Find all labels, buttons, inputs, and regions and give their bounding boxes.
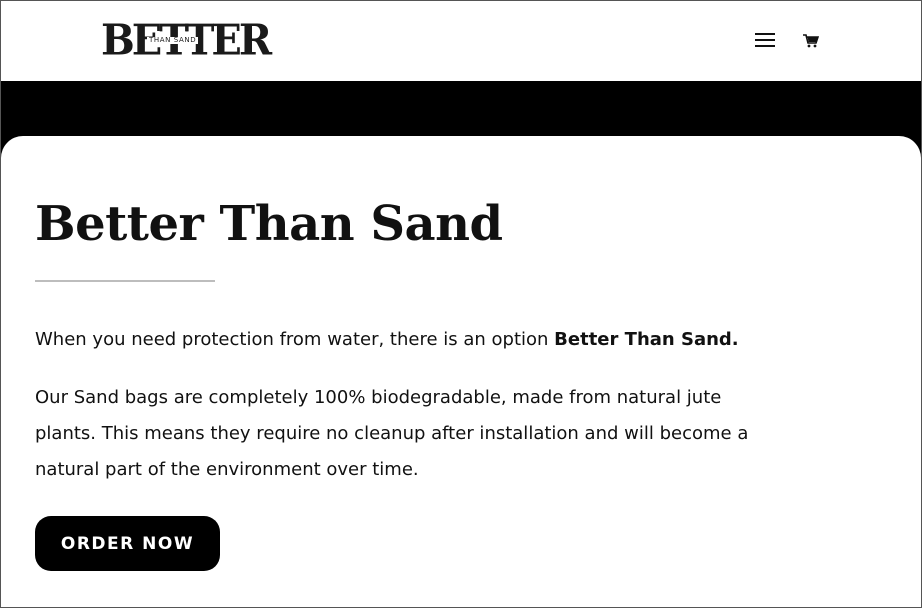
title-divider [35,280,215,282]
site-header: BETTER THAN SAND [1,1,921,81]
intro-text: When you need protection from water, the… [35,329,555,350]
main-content-card: Better Than Sand When you need protectio… [1,136,921,607]
description-paragraph: Our Sand bags are completely 100% biodeg… [35,387,749,480]
menu-line-top [755,33,775,35]
intro-bold-text: Better Than Sand. [554,329,739,350]
menu-line-bottom [755,45,775,47]
cart-glyph [803,34,820,48]
site-logo[interactable]: BETTER THAN SAND [101,19,272,61]
shopping-cart-icon[interactable] [803,33,820,48]
intro-paragraph: When you need protection from water, the… [35,324,775,356]
hamburger-menu-icon[interactable] [755,32,775,48]
menu-line-middle [755,39,775,41]
page-title: Better Than Sand [35,196,503,252]
hero-band [1,81,921,141]
order-now-button[interactable]: ORDER NOW [35,516,220,571]
browser-viewport: BETTER THAN SAND Better Than Sand When y… [0,0,922,608]
logo-overlay-text: THAN SAND [147,36,199,44]
